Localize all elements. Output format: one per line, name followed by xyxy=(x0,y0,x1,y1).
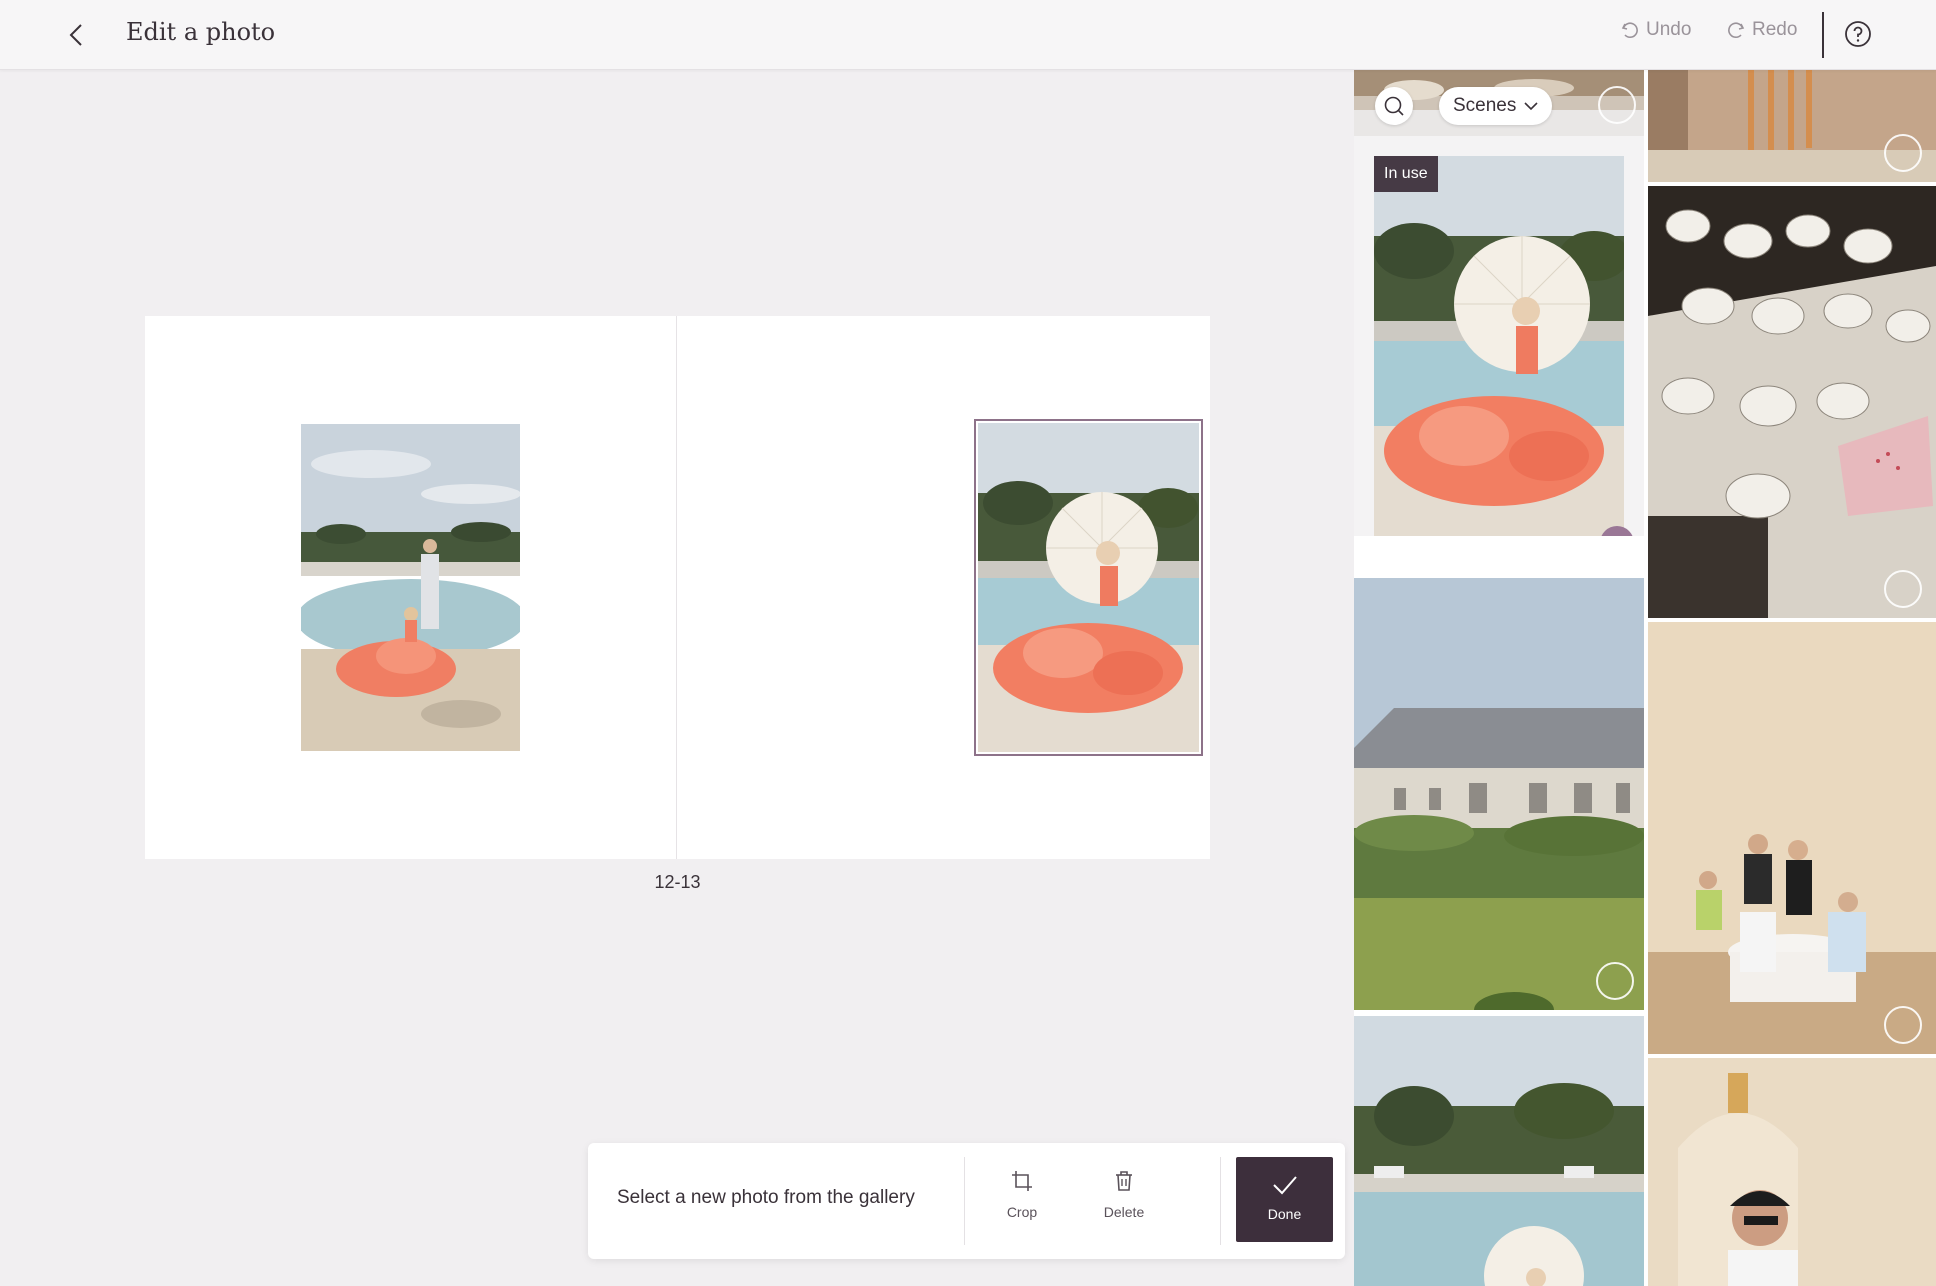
delete-label: Delete xyxy=(1103,1204,1145,1220)
scenes-filter-dropdown[interactable]: Scenes xyxy=(1439,87,1553,125)
teacups-photo[interactable] xyxy=(1648,186,1936,618)
page-number: 12-13 xyxy=(654,872,701,892)
header-divider xyxy=(1822,12,1824,58)
delete-button[interactable]: Delete xyxy=(1084,1169,1164,1235)
page-title: Edit a photo xyxy=(126,18,276,46)
crop-button[interactable]: Crop xyxy=(982,1169,1062,1235)
edit-toolbar: Select a new photo from the gallery Crop… xyxy=(588,1143,1345,1259)
select-circle[interactable] xyxy=(1884,570,1922,608)
done-label: Done xyxy=(1267,1206,1302,1222)
photobook-spread xyxy=(145,316,1210,859)
toolbar-divider xyxy=(1220,1157,1221,1245)
pool-couple-photo[interactable] xyxy=(301,424,520,751)
undo-label: Undo xyxy=(1646,19,1692,40)
redo-button[interactable]: Redo xyxy=(1726,19,1797,41)
select-circle[interactable] xyxy=(1884,1006,1922,1044)
left-page xyxy=(145,316,677,859)
crop-icon xyxy=(1012,1171,1032,1191)
undo-icon xyxy=(1621,22,1638,39)
checkmark-icon xyxy=(1272,1176,1297,1195)
top-bar: Edit a photo Undo Redo xyxy=(0,0,1936,70)
toolbar-message: Select a new photo from the gallery xyxy=(617,1187,915,1208)
redo-icon xyxy=(1728,22,1745,39)
pool-parasol-photo[interactable] xyxy=(1354,1016,1644,1286)
checkmark-icon xyxy=(1607,535,1627,536)
gallery-search-button[interactable] xyxy=(1375,87,1413,125)
chateau-photo[interactable] xyxy=(1354,578,1644,1010)
in-use-badge: In use xyxy=(1374,156,1438,192)
trash-icon xyxy=(1116,1171,1132,1191)
select-circle[interactable] xyxy=(1598,86,1636,124)
help-button[interactable] xyxy=(1844,20,1872,48)
selected-photo-frame[interactable] xyxy=(974,419,1203,756)
right-page xyxy=(678,316,1210,859)
chevron-left-icon xyxy=(69,24,82,46)
dinner-party-photo[interactable] xyxy=(1648,622,1936,1054)
crop-label: Crop xyxy=(1006,1204,1038,1220)
done-button[interactable]: Done xyxy=(1236,1157,1333,1242)
back-button[interactable] xyxy=(58,17,94,53)
help-circle-icon xyxy=(1845,21,1871,47)
search-icon xyxy=(1384,96,1404,116)
redo-label: Redo xyxy=(1752,19,1798,40)
man-sunglasses-photo[interactable] xyxy=(1648,1058,1936,1286)
chevron-down-icon xyxy=(1524,102,1538,111)
select-circle[interactable] xyxy=(1884,134,1922,172)
parasol-woman-photo[interactable] xyxy=(978,423,1199,752)
scenes-label: Scenes xyxy=(1453,95,1517,116)
select-circle[interactable] xyxy=(1596,962,1634,1000)
photo-gallery: Scenes In use xyxy=(1354,70,1936,1286)
undo-button[interactable]: Undo xyxy=(1620,19,1691,41)
toolbar-divider xyxy=(964,1157,965,1245)
candles-photo[interactable] xyxy=(1648,70,1936,182)
in-use-photo-tile[interactable]: In use xyxy=(1354,136,1644,536)
parasol-woman-photo[interactable] xyxy=(1374,156,1624,536)
